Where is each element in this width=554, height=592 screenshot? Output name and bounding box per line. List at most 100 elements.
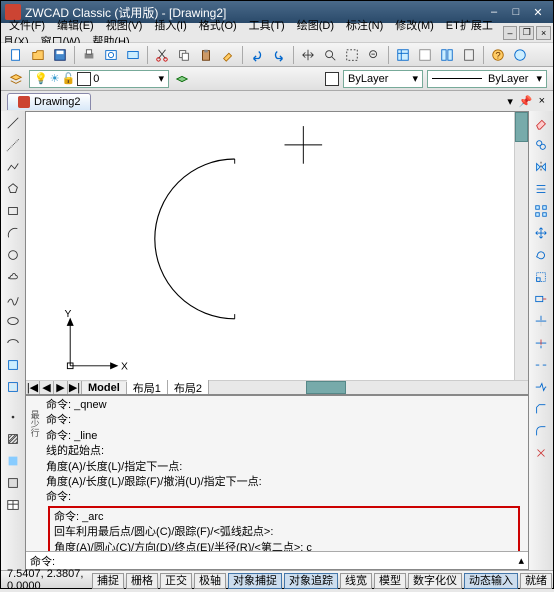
drawing-canvas[interactable]: Y X |◀◀▶▶|Model布局1布局2 [26,112,528,394]
design-button[interactable] [415,45,435,65]
new-button[interactable] [6,45,26,65]
table-tool[interactable] [3,495,23,515]
doc-minimize-button[interactable]: – [503,26,518,40]
ellipse-tool[interactable] [3,311,23,331]
redo-button[interactable] [269,45,289,65]
copy-button[interactable] [174,45,194,65]
maximize-button[interactable]: □ [505,3,527,21]
move-tool[interactable] [531,223,551,243]
explode-tool[interactable] [531,443,551,463]
info-button[interactable] [510,45,530,65]
status-toggle[interactable]: 就绪 [520,573,552,589]
tab-nav-button[interactable]: |◀ [26,381,40,394]
region-tool[interactable] [3,473,23,493]
polygon-tool[interactable] [3,179,23,199]
point-tool[interactable] [3,407,23,427]
fillet-tool[interactable] [531,421,551,441]
layout-tab[interactable]: Model [82,382,127,394]
xline-tool[interactable] [3,135,23,155]
tab-nav-button[interactable]: ▶| [68,381,82,394]
layer-prev-button[interactable] [172,69,192,89]
document-tab[interactable]: Drawing2 [7,93,91,110]
pline-tool[interactable] [3,157,23,177]
preview-button[interactable] [101,45,121,65]
chamfer-tool[interactable] [531,399,551,419]
layout-tab[interactable]: 布局2 [168,380,209,395]
layout-tab[interactable]: 布局1 [127,380,168,395]
calc-button[interactable] [459,45,479,65]
cmd-scroll-up-icon[interactable]: ▴ [518,554,524,567]
tab-close-icon[interactable]: × [537,95,547,108]
trim-tool[interactable] [531,311,551,331]
status-toggle[interactable]: 线宽 [340,573,372,589]
offset-tool[interactable] [531,179,551,199]
spline-tool[interactable] [3,289,23,309]
status-toggle[interactable]: 正交 [160,573,192,589]
circle-tool[interactable] [3,245,23,265]
gradient-tool[interactable] [3,451,23,471]
matchprop-button[interactable] [218,45,238,65]
menu-item[interactable]: 绘图(D) [291,18,340,34]
menu-item[interactable]: 视图(V) [100,18,149,34]
zoom-button[interactable] [320,45,340,65]
insert-tool[interactable] [3,355,23,375]
copy-tool[interactable] [531,135,551,155]
undo-button[interactable] [247,45,267,65]
open-button[interactable] [28,45,48,65]
status-toggle[interactable]: 极轴 [194,573,226,589]
vertical-scrollbar[interactable] [514,112,528,380]
zoom-prev-button[interactable] [364,45,384,65]
cut-button[interactable] [152,45,172,65]
extend-tool[interactable] [531,333,551,353]
layer-props-button[interactable] [6,69,26,89]
linetype-dropdown[interactable]: ByLayer▾ [427,70,547,88]
status-toggle[interactable]: 对象捕捉 [228,573,282,589]
paste-button[interactable] [196,45,216,65]
menu-item[interactable]: 标注(N) [340,18,389,34]
menu-item[interactable]: 编辑(E) [51,18,100,34]
status-toggle[interactable]: 捕捉 [92,573,124,589]
color-swatch[interactable] [325,72,339,86]
command-input[interactable] [55,555,518,566]
pan-button[interactable] [298,45,318,65]
color-dropdown[interactable]: ByLayer▾ [343,70,423,88]
close-button[interactable]: ✕ [527,3,549,21]
mirror-tool[interactable] [531,157,551,177]
block-tool[interactable] [3,377,23,397]
zoom-win-button[interactable] [342,45,362,65]
print-button[interactable] [79,45,99,65]
break-tool[interactable] [531,355,551,375]
status-toggle[interactable]: 数字化仪 [408,573,462,589]
menu-item[interactable]: 格式(O) [193,18,243,34]
menu-item[interactable]: 插入(I) [148,18,192,34]
scale-tool[interactable] [531,267,551,287]
doc-restore-button[interactable]: ❐ [519,26,534,40]
props-button[interactable] [393,45,413,65]
menu-item[interactable]: 文件(F) [3,18,51,34]
tab-dropdown-icon[interactable]: ▾ [505,95,515,108]
menu-item[interactable]: 修改(M) [389,18,440,34]
array-tool[interactable] [531,201,551,221]
ellipse-arc-tool[interactable] [3,333,23,353]
tab-nav-button[interactable]: ◀ [40,381,54,394]
horizontal-scrollbar[interactable]: |◀◀▶▶|Model布局1布局2 [26,380,528,394]
status-toggle[interactable]: 栅格 [126,573,158,589]
erase-tool[interactable] [531,113,551,133]
join-tool[interactable] [531,377,551,397]
stretch-tool[interactable] [531,289,551,309]
rect-tool[interactable] [3,201,23,221]
status-toggle[interactable]: 模型 [374,573,406,589]
hatch-tool[interactable] [3,429,23,449]
menu-item[interactable]: 工具(T) [243,18,291,34]
tab-nav-button[interactable]: ▶ [54,381,68,394]
pin-icon[interactable]: 📌 [517,95,535,108]
publish-button[interactable] [123,45,143,65]
rotate-tool[interactable] [531,245,551,265]
arc-tool[interactable] [3,223,23,243]
tool-pal-button[interactable] [437,45,457,65]
line-tool[interactable] [3,113,23,133]
scroll-thumb[interactable] [515,112,528,142]
scroll-thumb[interactable] [306,381,346,394]
status-toggle[interactable]: 对象追踪 [284,573,338,589]
doc-close-button[interactable]: × [536,26,551,40]
